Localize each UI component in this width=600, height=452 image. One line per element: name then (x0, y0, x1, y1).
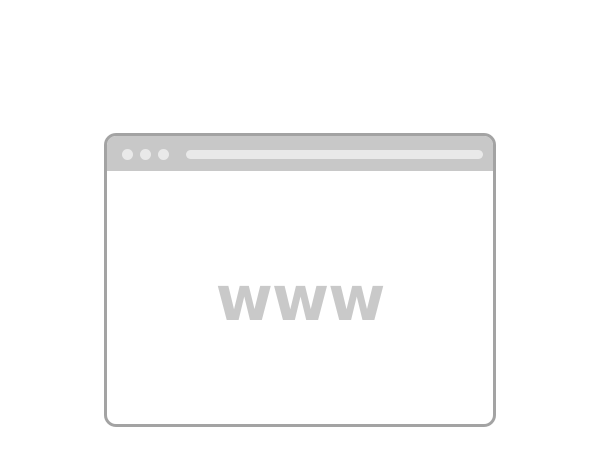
browser-title-bar (107, 136, 493, 171)
window-control-dot-icon (122, 149, 133, 160)
canvas: www (0, 0, 600, 452)
browser-window-icon: www (104, 133, 496, 427)
browser-content-area: www (107, 171, 493, 424)
window-control-dot-icon (140, 149, 151, 160)
www-label: www (215, 261, 386, 335)
window-control-dot-icon (158, 149, 169, 160)
address-bar (186, 150, 483, 159)
